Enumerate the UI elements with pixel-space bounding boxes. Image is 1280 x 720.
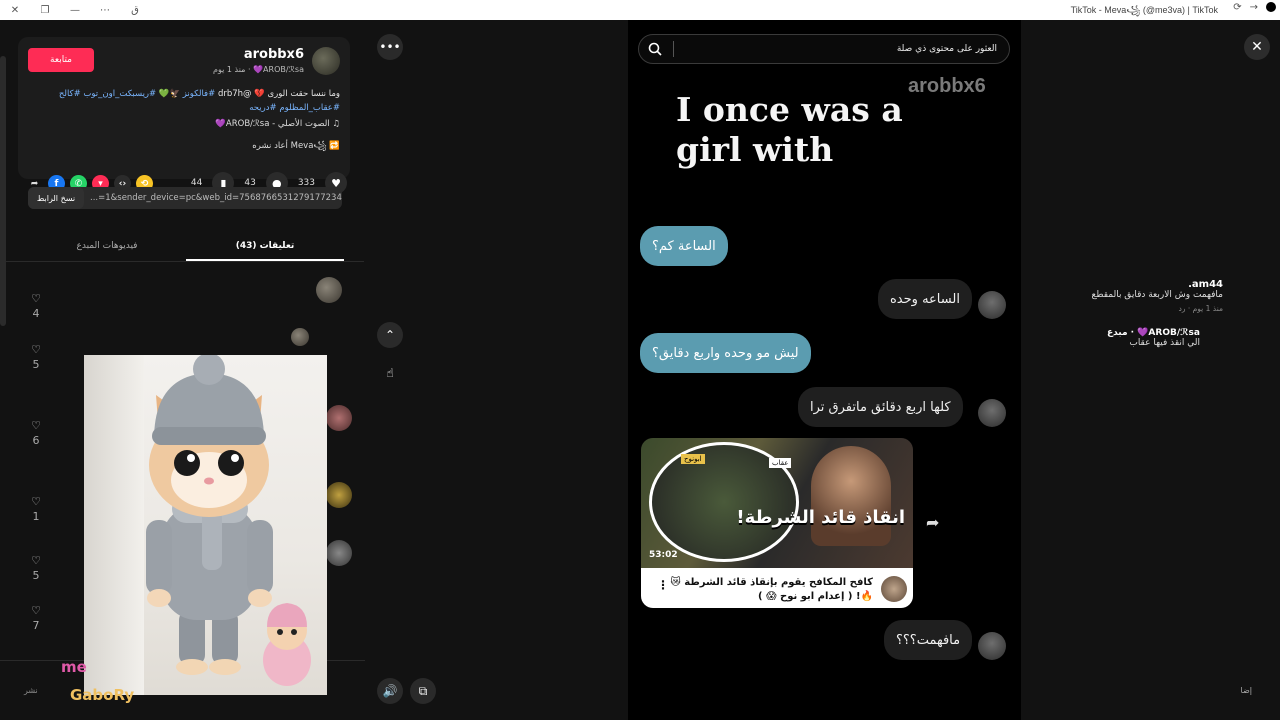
chat-avatar <box>978 632 1006 660</box>
video-card-title[interactable]: كافح المكافح يقوم بإنقاذ قائد الشرطة 😿🔥!… <box>663 576 873 604</box>
volume-button[interactable]: 🔊 <box>377 678 403 704</box>
related-search-text[interactable]: العثور على محتوى ذي صلة <box>897 44 997 54</box>
share-link-bar: نسخ الرابط ...=1&sender_device=pc&web_id… <box>28 187 342 209</box>
video-headline: I once was a girl with <box>676 90 903 169</box>
author-name[interactable]: arobbx6 <box>244 47 304 62</box>
comment-like-count: 6 <box>32 434 40 447</box>
chat-bubble: الساعة كم؟ <box>640 226 728 266</box>
window-titlebar: ✕ ❐ — ⋯ ق TikTok - Meva꧁ (@me3va) | TikT… <box>0 0 1280 20</box>
original-sound[interactable]: ♫ الصوت الأصلي - AROB/ℛsa💜 <box>215 119 340 129</box>
window-controls-right: ⟳ → <box>1233 2 1276 13</box>
caption-tags-2[interactable]: #عقاب_المظلوم #دريحه <box>249 103 340 113</box>
kebab-menu-icon[interactable]: ⋮ <box>657 578 669 592</box>
chat-avatar <box>978 291 1006 319</box>
author-subtitle: AROB/ℛsa💜 · منذ 1 يوم <box>213 65 304 74</box>
forward-icon[interactable]: → <box>1250 2 1258 13</box>
tabs-divider <box>6 261 364 262</box>
reply-like[interactable]: ♡ 5 <box>28 343 44 371</box>
caption-tags-1[interactable]: #فالكونز 🦅💚 #ريسبكت_اون_توب #كالح <box>59 89 215 99</box>
comment-like[interactable]: ♡ 7 <box>28 604 44 632</box>
comment-avatar[interactable] <box>326 540 352 566</box>
follow-button[interactable]: متابعة <box>28 48 94 72</box>
captions-button[interactable]: ⧉ <box>410 678 436 704</box>
comment-avatar[interactable] <box>326 405 352 431</box>
more-menu-button[interactable]: ••• <box>377 34 403 60</box>
refresh-icon[interactable]: ⟳ <box>1233 2 1241 13</box>
post-info-card: arobbx6 AROB/ℛsa💜 · منذ 1 يوم متابعة وما… <box>18 37 350 179</box>
related-search-bar[interactable]: العثور على محتوى ذي صلة <box>638 34 1010 64</box>
reply-like-count: 5 <box>32 358 40 371</box>
video-duration: 53:02 <box>649 550 678 560</box>
chat-bubble: الساعه وحده <box>878 279 972 319</box>
author-avatar[interactable] <box>312 47 340 75</box>
share-forward-icon[interactable]: ➦ <box>926 513 939 532</box>
sound-label: الصوت الأصلي - AROB/ℛsa💜 <box>215 119 330 129</box>
comment-like-count: 5 <box>32 569 40 582</box>
search-icon[interactable] <box>648 42 662 56</box>
search-divider <box>673 41 674 57</box>
restore-window-icon[interactable]: ❐ <box>30 5 60 16</box>
comment-like[interactable]: ♡ 4 <box>28 292 44 320</box>
thumb-tag-2: عقاب <box>769 458 792 468</box>
caption-text: وما ننسا حقت الورى 💔 @drb7h <box>215 89 340 99</box>
comment-username[interactable]: am44. <box>1092 279 1223 290</box>
thumb-tag-1: ابونوح <box>681 454 705 464</box>
reposted-label: Meva꧁ أعاد نشره <box>252 141 327 151</box>
share-link-text: ...=1&sender_device=pc&web_id=7568766531… <box>90 193 342 203</box>
close-video-button[interactable]: ✕ <box>1244 34 1270 60</box>
video-watermark: arobbx6 <box>908 75 986 97</box>
reply-item: AROB/ℛsa💜 · مبدع الي انقذ فيها عقاب <box>1107 328 1200 348</box>
comment-like[interactable]: ♡ 5 <box>28 554 44 582</box>
comment-item: am44. مافهمت وش الاربعة دقايق بالمقطع من… <box>1092 279 1223 313</box>
kitten-illustration <box>146 355 311 686</box>
next-video-hand-icon[interactable]: ☝ <box>377 360 403 386</box>
comment-meta[interactable]: منذ 1 يوم · رد <box>1092 304 1224 313</box>
chat-bubble: مافهمت؟؟؟ <box>884 620 973 660</box>
tab-creator-videos[interactable]: فيديوهات المبدع <box>28 237 186 261</box>
kitten-overlay-image <box>84 355 327 695</box>
overlay-text-top: me <box>61 658 87 676</box>
close-window-icon[interactable]: ✕ <box>0 5 30 16</box>
reposted-by: 🔁 Meva꧁ أعاد نشره <box>252 141 340 151</box>
comment-like[interactable]: ♡ 1 <box>28 495 44 523</box>
minimize-window-icon[interactable]: — <box>60 5 90 16</box>
add-comment-input[interactable]: إضا <box>1241 686 1252 695</box>
reply-username[interactable]: AROB/ℛsa💜 · مبدع <box>1107 328 1200 338</box>
comment-like-count: 1 <box>32 510 40 523</box>
comment-like-count: 7 <box>32 619 40 632</box>
comment-tabs: تعليقات (43) فيديوهات المبدع <box>28 237 344 261</box>
embedded-video-card[interactable]: ابونوح عقاب انقاذ قائد الشرطة! 53:02 كاف… <box>641 438 913 608</box>
thumbnail-face <box>811 446 891 546</box>
tiktok-logo-icon <box>1266 2 1276 12</box>
previous-video-button[interactable]: ⌃ <box>377 322 403 348</box>
copy-link-button[interactable]: نسخ الرابط <box>28 187 84 209</box>
chat-bubble: ليش مو وحده واربع دقايق؟ <box>640 333 811 373</box>
reply-avatar[interactable] <box>291 328 309 346</box>
post-caption: وما ننسا حقت الورى 💔 @drb7h #فالكونز 🦅💚 … <box>30 87 340 115</box>
window-left-label: ق <box>131 4 139 16</box>
chat-bubble: كلها اربع دقائق ماتفرق ترا <box>798 387 963 427</box>
comment-avatar[interactable] <box>316 277 342 303</box>
reply-text: الي انقذ فيها عقاب <box>1129 338 1200 348</box>
tab-comments[interactable]: تعليقات (43) <box>186 237 344 261</box>
comment-like[interactable]: ♡ 6 <box>28 419 44 447</box>
thumbnail-title: انقاذ قائد الشرطة! <box>736 507 905 528</box>
comment-avatar[interactable] <box>326 482 352 508</box>
more-options-icon[interactable]: ⋯ <box>90 5 120 16</box>
channel-avatar[interactable] <box>881 576 907 602</box>
comment-text: مافهمت وش الاربعة دقايق بالمقطع <box>1091 290 1223 300</box>
post-comment-button[interactable]: نشر <box>24 686 38 695</box>
video-card-info: كافح المكافح يقوم بإنقاذ قائد الشرطة 😿🔥!… <box>641 568 913 608</box>
chat-avatar <box>978 399 1006 427</box>
comment-like-count: 4 <box>32 307 40 320</box>
window-title: TikTok - Meva꧁ (@me3va) | TikTok <box>1070 5 1218 15</box>
overlay-text-bottom: GaboRy <box>70 686 135 704</box>
video-thumbnail: ابونوح عقاب انقاذ قائد الشرطة! 53:02 <box>641 438 913 568</box>
